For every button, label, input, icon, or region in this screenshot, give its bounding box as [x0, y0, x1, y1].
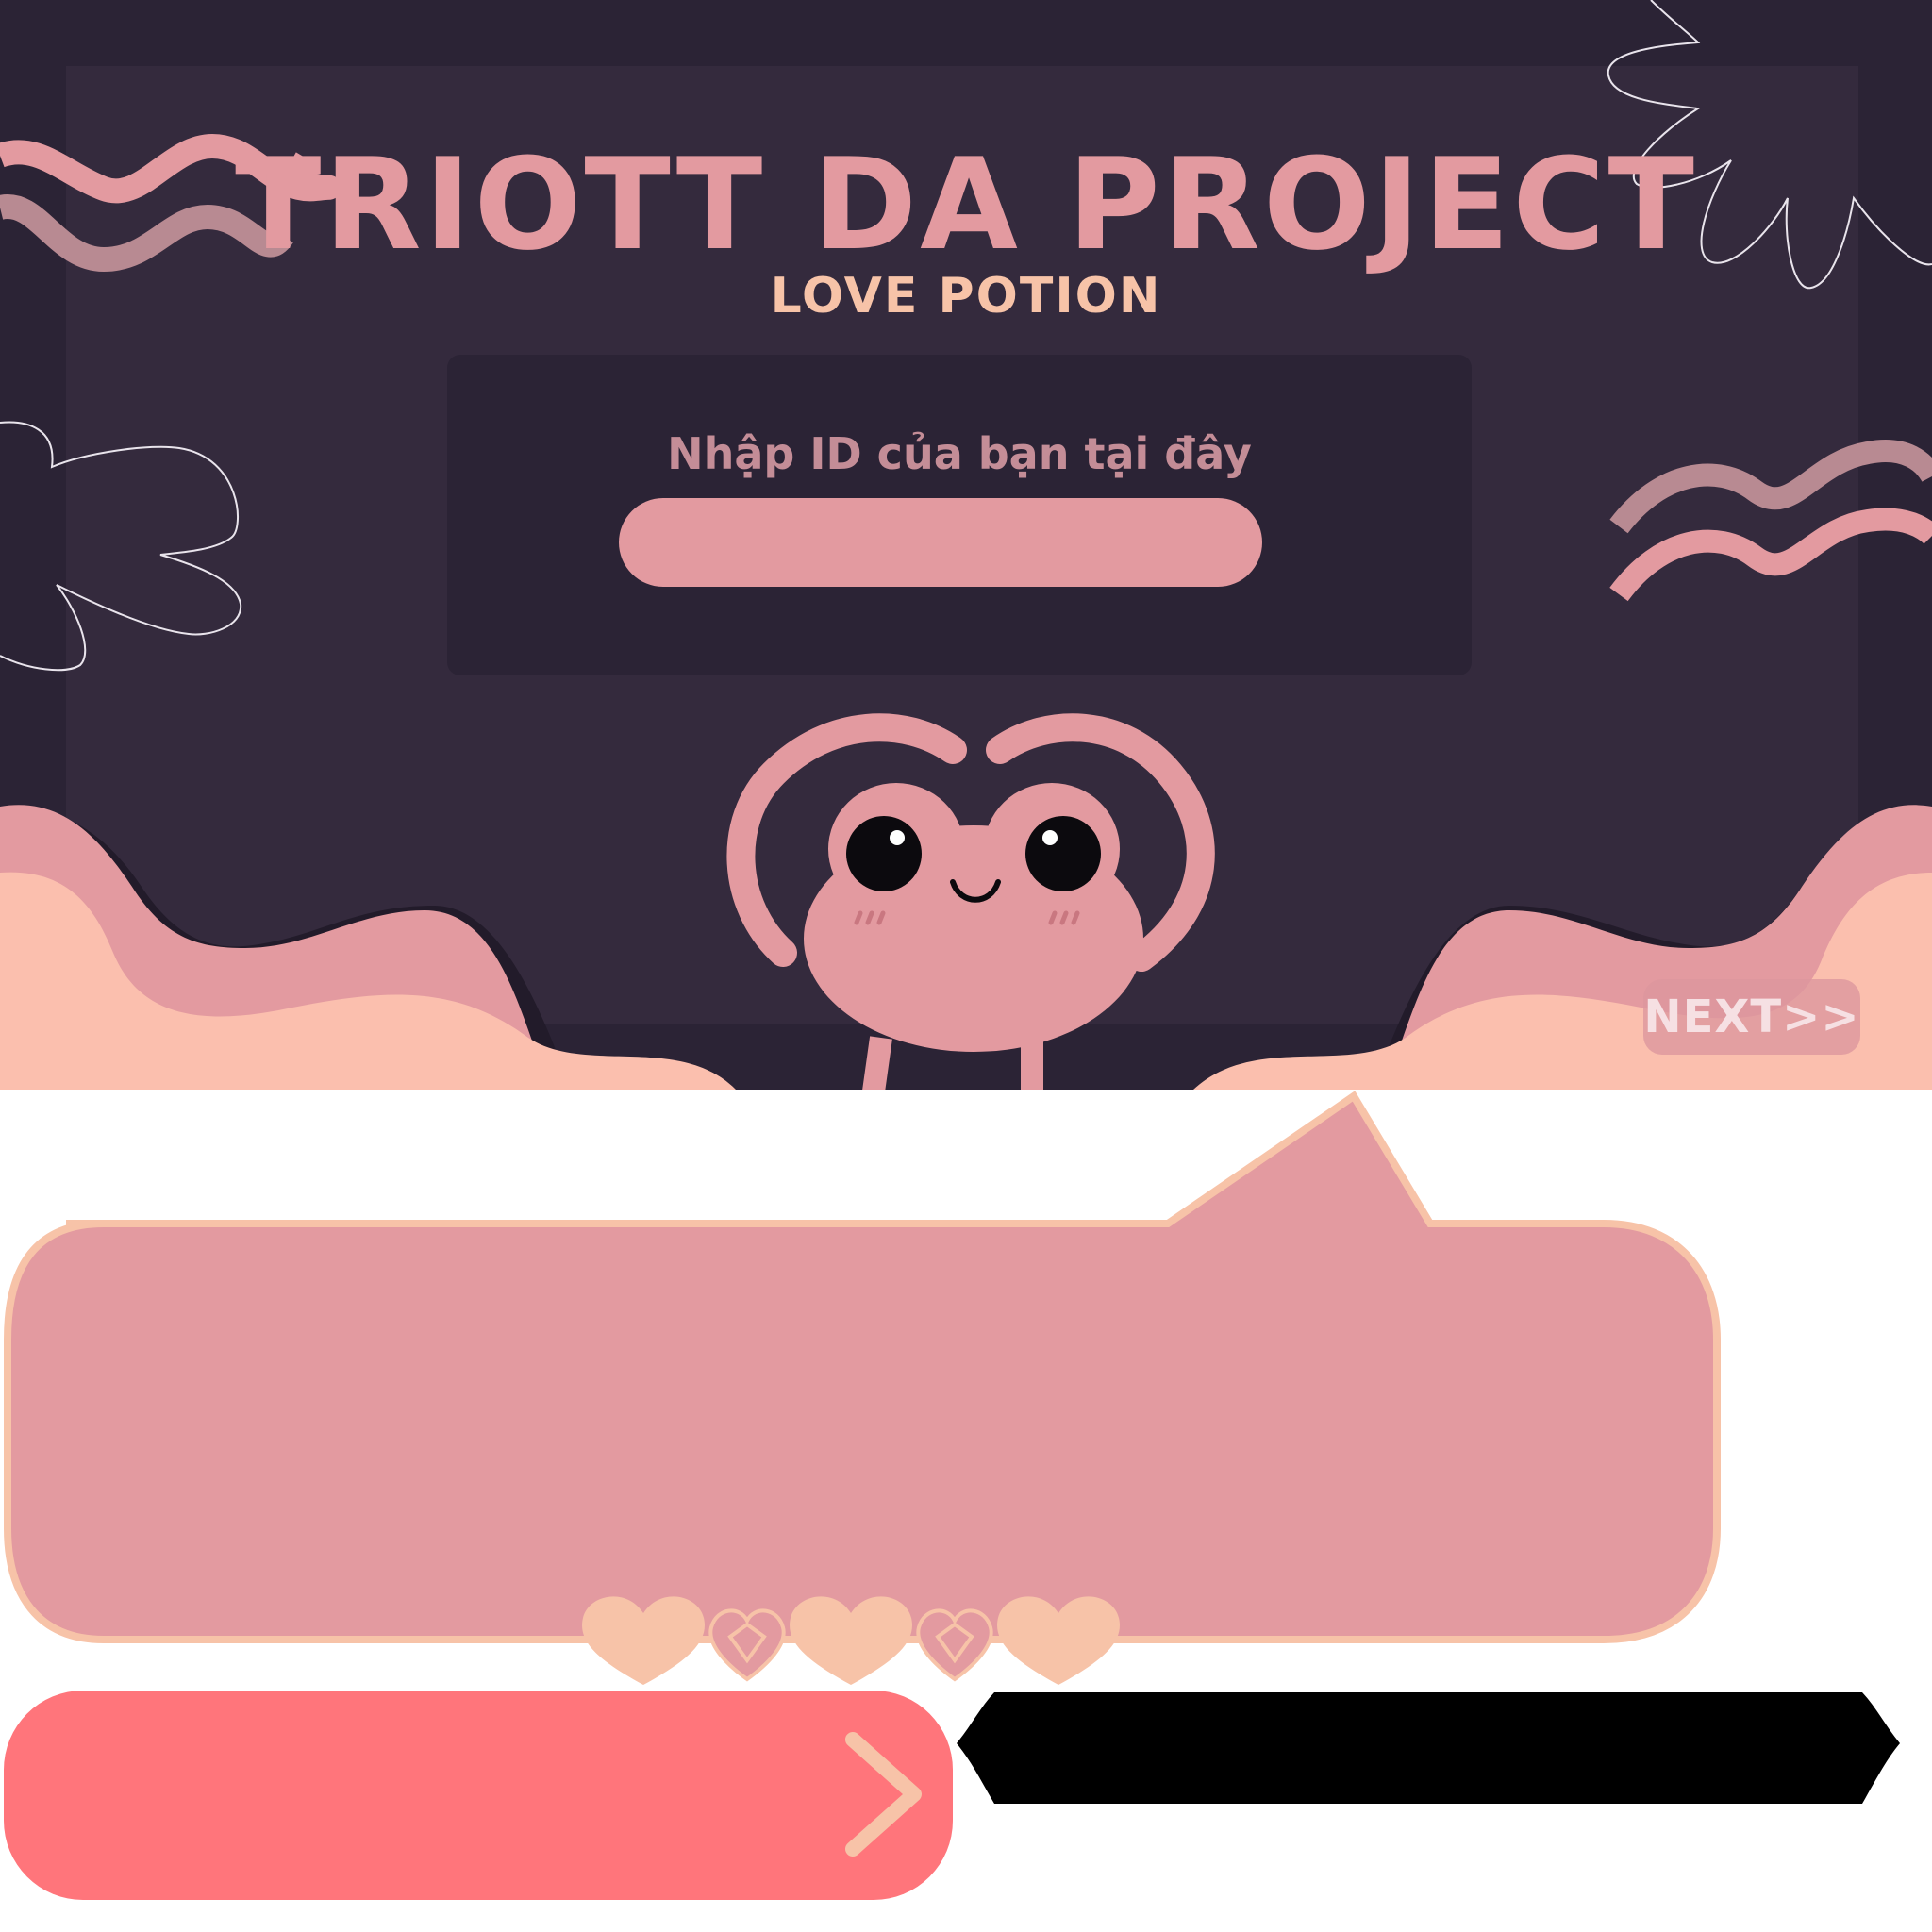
id-input[interactable] [619, 498, 1262, 587]
next-button[interactable]: NEXT>> [1643, 979, 1860, 1055]
chevron-right-icon [845, 1732, 922, 1857]
game-title: TRIOTT DA PROJECT [235, 131, 1697, 278]
id-entry-panel: Nhập ID của bạn tại đây [447, 355, 1472, 675]
heart-divider [582, 1596, 1120, 1685]
dialog-speech-bubble [3, 1091, 1721, 1643]
game-scene: TRIOTT DA PROJECT LOVE POTION Nhập ID củ… [0, 0, 1932, 1090]
mascot [726, 713, 1215, 1090]
heart-icon [582, 1596, 1120, 1685]
outline-flower-left [0, 421, 242, 672]
dark-banner [957, 1692, 1900, 1804]
wave-line-pink-right [1609, 508, 1932, 602]
game-subtitle: LOVE POTION [770, 268, 1162, 325]
id-label: Nhập ID của bạn tại đây [667, 428, 1252, 479]
continue-button[interactable] [4, 1690, 953, 1900]
